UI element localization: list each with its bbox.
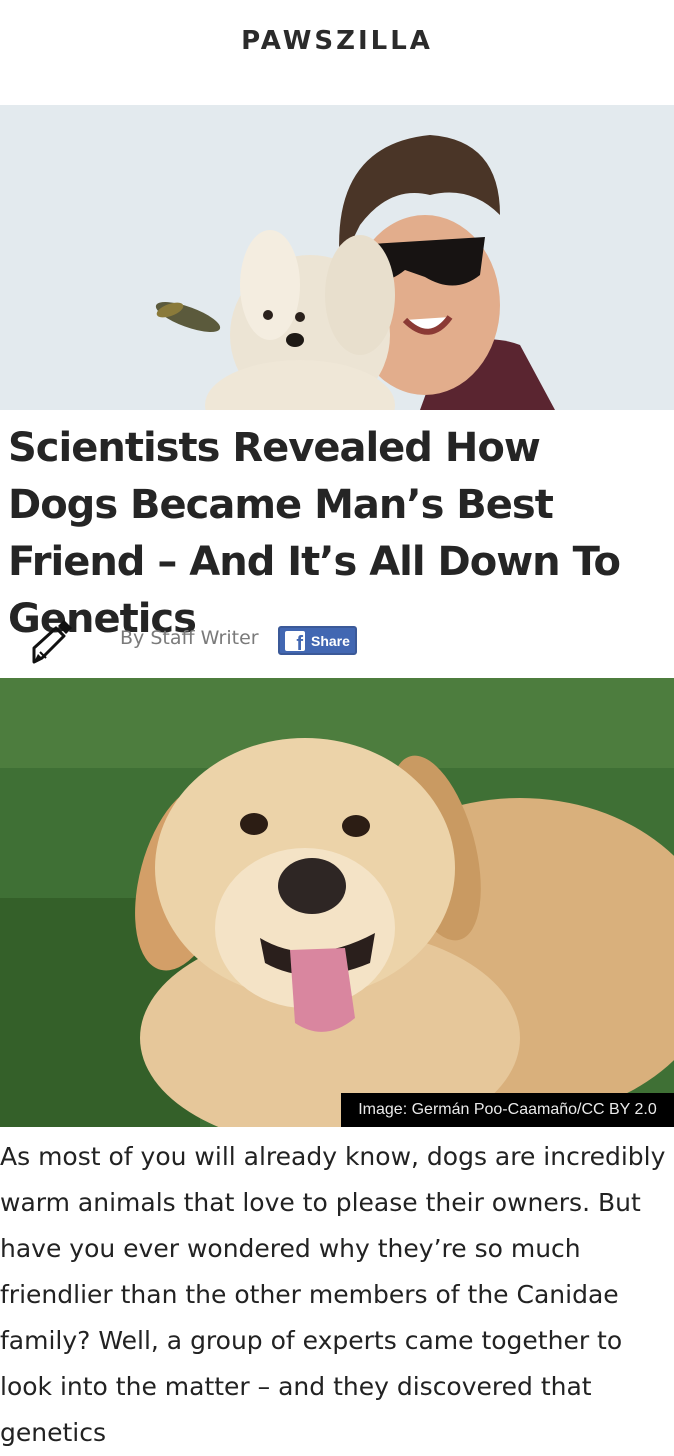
dog-photo-illustration (0, 678, 674, 1127)
facebook-share-button[interactable]: f Share (278, 626, 357, 655)
hero-image (0, 105, 674, 410)
image-credit: Image: Germán Poo-Caamaño/CC BY 2.0 (341, 1093, 674, 1127)
site-logo[interactable]: PAWSZILLA (0, 26, 674, 56)
article-body: As most of you will already know, dogs a… (0, 1142, 666, 1447)
byline: By Staff Writer f Share (0, 612, 674, 668)
author-name[interactable]: By Staff Writer (120, 627, 259, 649)
hero-image-illustration (0, 105, 674, 410)
share-label: Share (311, 633, 350, 649)
site-header: PAWSZILLA (0, 0, 674, 105)
pen-icon (32, 620, 72, 664)
article-photo: Image: Germán Poo-Caamaño/CC BY 2.0 (0, 678, 674, 1127)
facebook-icon: f (285, 631, 305, 654)
